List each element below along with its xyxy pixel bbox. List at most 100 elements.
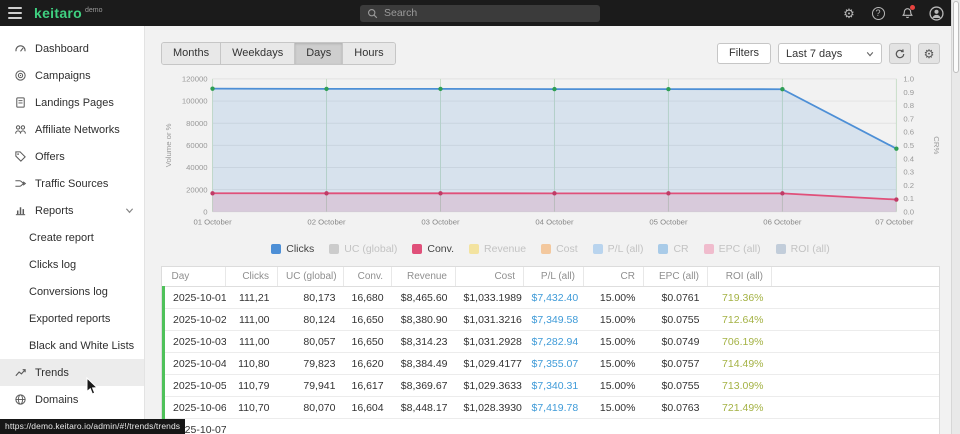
cell-value: 16,620 [344,353,392,375]
brand-word: keitaro [34,5,82,21]
cell-value: $1,029.3633 [456,375,524,397]
affiliate-networks-icon [14,123,27,136]
column-header-clicks[interactable]: Clicks [226,267,278,287]
svg-text:07 October: 07 October [875,218,914,227]
svg-text:0.8: 0.8 [903,101,914,110]
sidebar-item-trends[interactable]: Trends [0,359,144,386]
legend-label: Revenue [484,243,526,255]
legend-swatch [412,244,422,254]
legend-label: ROI (all) [791,243,830,255]
menu-icon[interactable] [0,0,30,26]
legend-label: CR [673,243,688,255]
column-header-conv[interactable]: Conv. [344,267,392,287]
column-header-epc-all[interactable]: EPC (all) [644,267,708,287]
sidebar-item-traffic-sources[interactable]: Traffic Sources [0,170,144,197]
legend-item-conv[interactable]: Conv. [412,243,454,255]
legend-item-p-l-all[interactable]: P/L (all) [593,243,644,255]
cell-value: $0.0763 [644,397,708,419]
legend-item-cr[interactable]: CR [658,243,688,255]
date-range-select[interactable]: Last 7 days [778,43,882,64]
legend-item-roi-all[interactable]: ROI (all) [776,243,830,255]
column-header-cost[interactable]: Cost [456,267,524,287]
cell-day: 2025-10-02 [164,309,226,331]
search-input[interactable]: Search [360,5,600,22]
svg-text:0.2: 0.2 [903,181,914,190]
svg-text:0.5: 0.5 [903,141,914,150]
refresh-icon [894,48,906,60]
column-header-p-l-all[interactable]: P/L (all) [524,267,584,287]
legend-item-epc-all[interactable]: EPC (all) [704,243,761,255]
cell-filler [772,419,940,434]
legend-label: Clicks [286,243,314,255]
filters-button[interactable]: Filters [717,43,771,64]
cell-value: 110,70 [226,397,278,419]
svg-text:05 October: 05 October [649,218,688,227]
settings-gear-icon[interactable]: ⚙ [841,5,857,21]
cell-value: $8,448.17 [392,397,456,419]
cell-value [392,419,456,434]
sidebar-item-offers[interactable]: Offers [0,143,144,170]
help-icon[interactable]: ? [870,5,886,21]
sidebar-item-landings-pages[interactable]: Landings Pages [0,89,144,116]
brand-logo[interactable]: keitaro demo [34,5,103,21]
tab-hours[interactable]: Hours [343,43,394,64]
sidebar-item-black-and-white-lists[interactable]: Black and White Lists [0,332,144,359]
legend-swatch [329,244,339,254]
legend-label: Cost [556,243,578,255]
period-tabs: MonthsWeekdaysDaysHours [161,42,396,65]
cell-value [456,419,524,434]
column-header-revenue[interactable]: Revenue [392,267,456,287]
tab-days[interactable]: Days [295,43,343,64]
column-header-cr[interactable]: CR [584,267,644,287]
legend-item-uc-global[interactable]: UC (global) [329,243,397,255]
cell-value: $0.0761 [644,287,708,309]
cell-value: $1,033.1989 [456,287,524,309]
notification-dot [910,5,915,10]
sidebar-item-domains[interactable]: Domains [0,386,144,413]
date-range-value: Last 7 days [786,48,842,60]
cell-value: 713.09% [708,375,772,397]
sidebar-item-label: Create report [29,232,94,244]
chart-settings-button[interactable]: ⚙ [918,43,940,64]
cell-value: $7,419.78 [524,397,584,419]
column-header-roi-all[interactable]: ROI (all) [708,267,772,287]
cell-value: 16,650 [344,309,392,331]
notifications-bell-icon[interactable] [899,5,915,21]
legend-item-clicks[interactable]: Clicks [271,243,314,255]
cell-value: 80,124 [278,309,344,331]
sidebar-item-affiliate-networks[interactable]: Affiliate Networks [0,116,144,143]
legend-item-cost[interactable]: Cost [541,243,578,255]
user-account-icon[interactable] [928,5,944,21]
cell-value: $8,369.67 [392,375,456,397]
column-header-uc-global[interactable]: UC (global) [278,267,344,287]
svg-text:20000: 20000 [186,185,207,194]
scrollbar-thumb[interactable] [953,1,959,73]
legend-item-revenue[interactable]: Revenue [469,243,526,255]
sidebar-item-exported-reports[interactable]: Exported reports [0,305,144,332]
sidebar-item-dashboard[interactable]: Dashboard [0,35,144,62]
refresh-button[interactable] [889,43,911,64]
page-scrollbar[interactable] [951,0,960,434]
table-row: 2025-10-01111,2180,17316,680$8,465.60$1,… [164,287,940,309]
tab-weekdays[interactable]: Weekdays [221,43,295,64]
cell-value: 15.00% [584,397,644,419]
reports-icon [14,204,27,217]
cell-value: 80,057 [278,331,344,353]
trends-table: DayClicksUC (global)Conv.RevenueCostP/L … [161,266,940,434]
sidebar-item-clicks-log[interactable]: Clicks log [0,251,144,278]
sidebar-item-label: Domains [35,394,78,406]
svg-text:0.1: 0.1 [903,194,914,203]
trends-chart: 0200004000060000800001000001200000.00.10… [161,71,940,238]
sidebar-item-conversions-log[interactable]: Conversions log [0,278,144,305]
svg-text:1.0: 1.0 [903,75,914,84]
sidebar-item-reports[interactable]: Reports [0,197,144,224]
tab-months[interactable]: Months [162,43,221,64]
sidebar-item-campaigns[interactable]: Campaigns [0,62,144,89]
legend-label: EPC (all) [719,243,761,255]
column-header-day[interactable]: Day [164,267,226,287]
cell-value: $1,029.4177 [456,353,524,375]
cell-value [344,419,392,434]
cell-value: $0.0755 [644,375,708,397]
table-row: 2025-10-03111,0080,05716,650$8,314.23$1,… [164,331,940,353]
sidebar-item-create-report[interactable]: Create report [0,224,144,251]
